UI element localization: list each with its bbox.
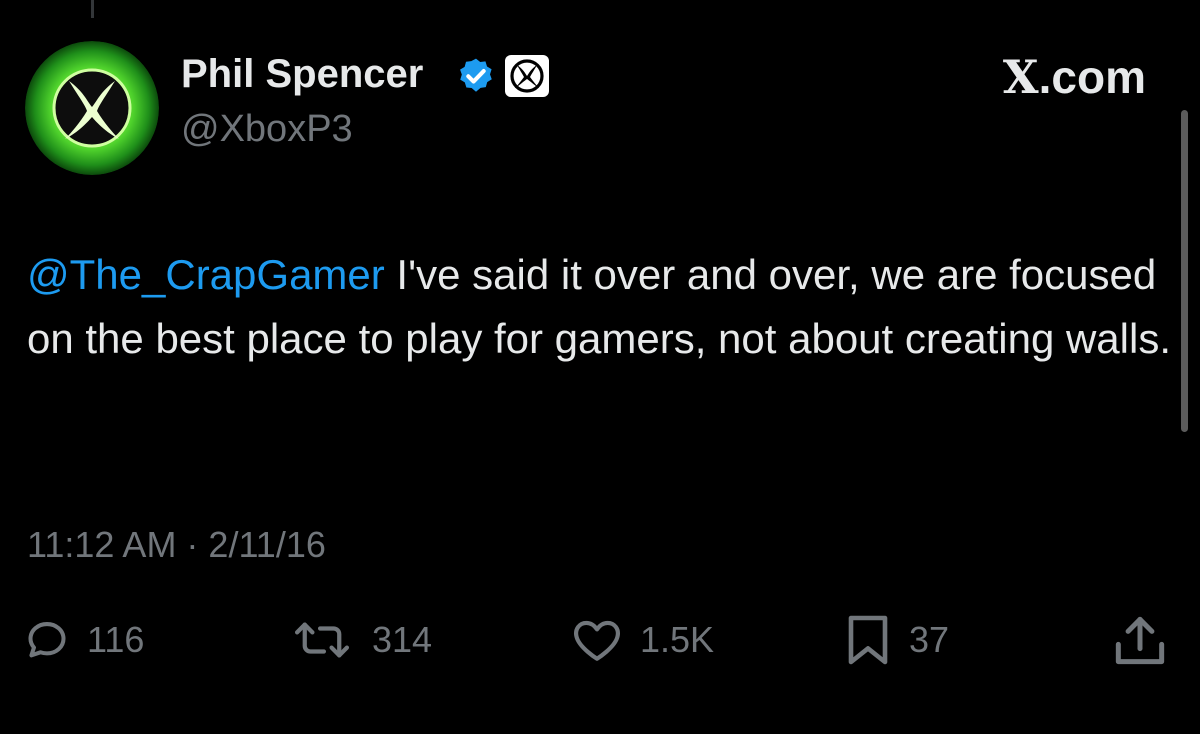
tweet-timestamp[interactable]: 11:12 AM · 2/11/16 [27,523,326,567]
mention-link[interactable]: @The_CrapGamer [27,251,385,298]
reply-count: 116 [87,619,145,660]
tweet-text: @The_CrapGamer I've said it over and ove… [27,243,1177,371]
bookmark-icon [848,615,888,665]
share-icon [1115,616,1165,665]
xbox-affiliate-badge-icon [505,55,549,97]
display-name[interactable]: Phil Spencer [181,50,423,98]
scrollbar[interactable] [1181,110,1188,432]
verified-badge-icon [460,58,492,92]
retweet-count: 314 [372,619,433,660]
reply-button[interactable]: 116 [25,612,144,668]
bookmark-button[interactable]: 37 [845,612,949,668]
like-button[interactable]: 1.5K [572,612,714,668]
heart-icon [574,620,620,661]
site-label-x: X [1002,50,1039,104]
site-label: X.com [1003,50,1146,104]
share-button[interactable] [1111,612,1169,668]
site-label-domain: .com [1038,51,1146,103]
bookmark-count: 37 [909,619,950,660]
like-count: 1.5K [640,619,715,660]
avatar[interactable] [25,41,159,175]
retweet-button[interactable]: 314 [290,612,432,668]
reply-icon [28,622,66,658]
xbox-logo-icon [25,41,159,175]
thread-connector-line [91,0,94,18]
author-handle[interactable]: @XboxP3 [181,106,353,152]
retweet-icon [294,622,350,658]
